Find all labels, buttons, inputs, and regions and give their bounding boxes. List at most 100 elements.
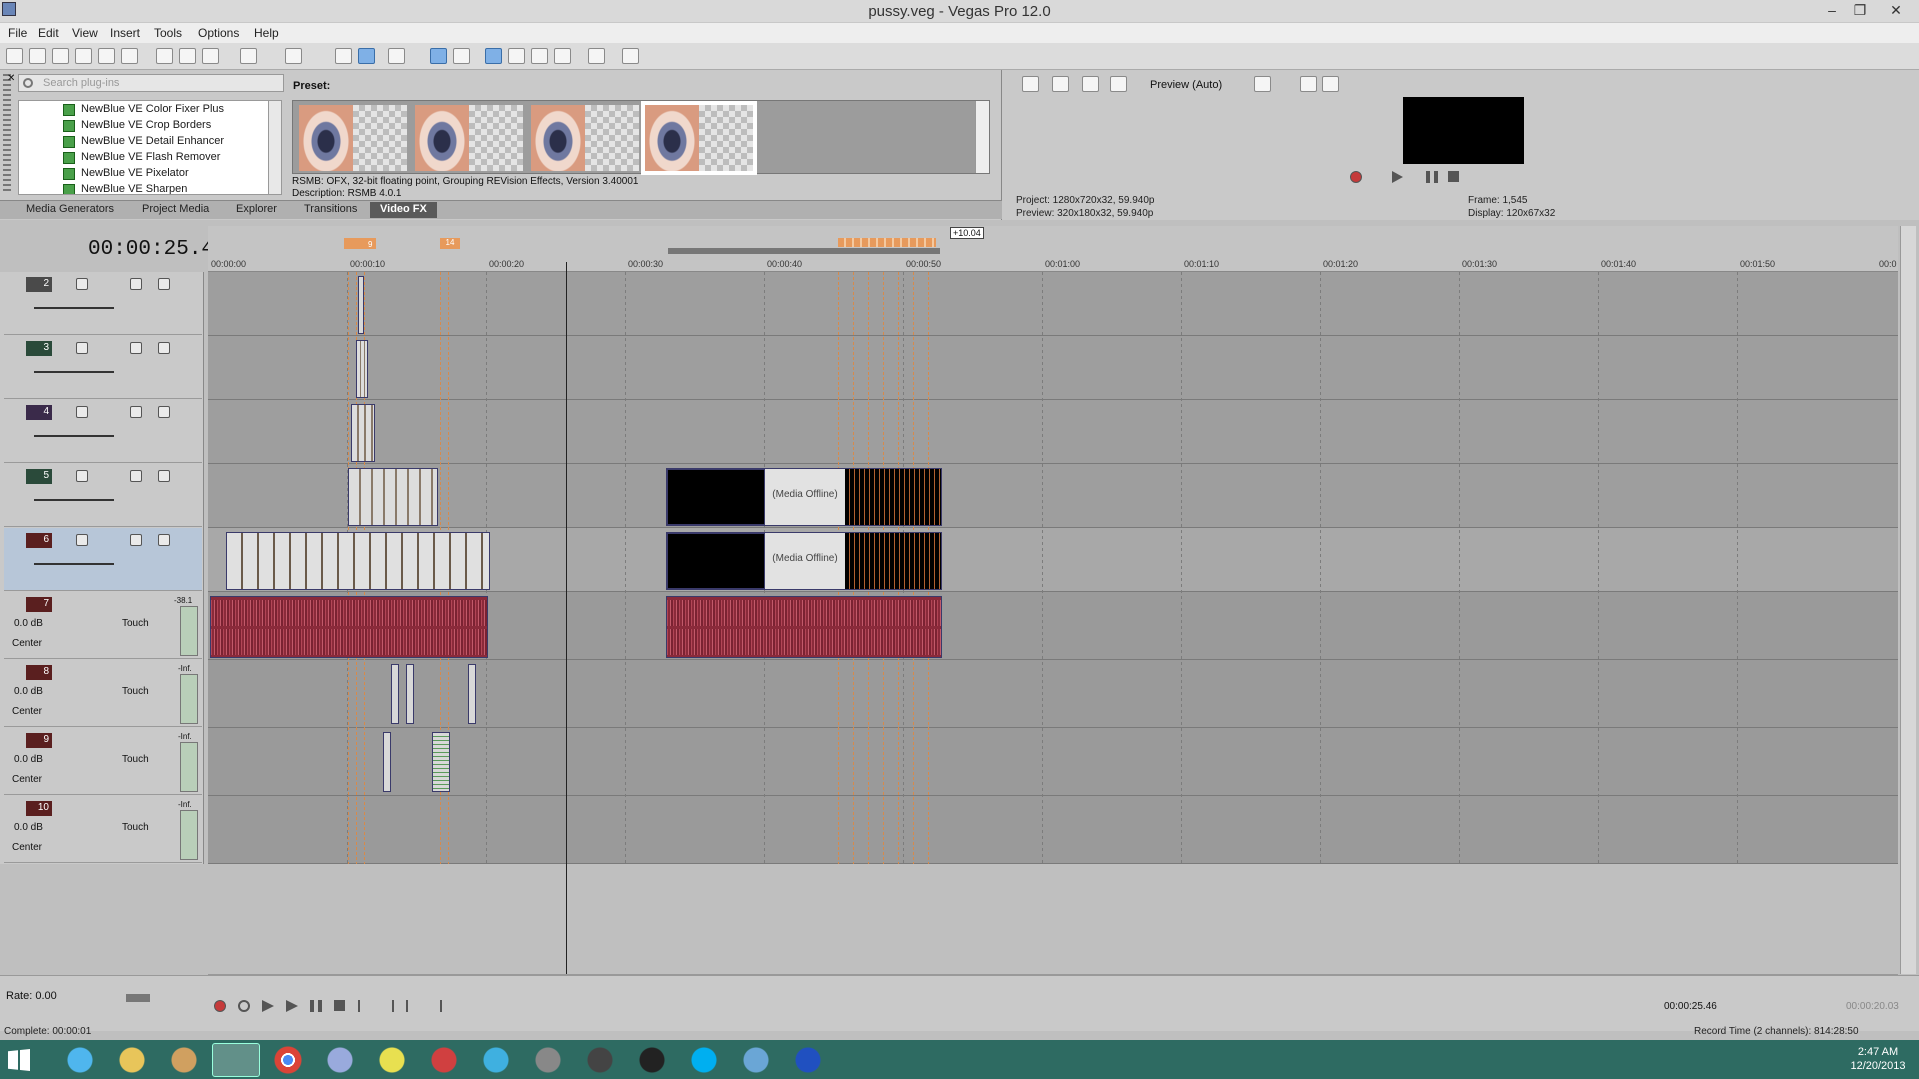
list-item[interactable]: NewBlue VE Flash Remover — [19, 149, 271, 165]
menu-insert[interactable]: Insert — [110, 26, 140, 40]
go-to-start-icon[interactable] — [358, 1000, 370, 1012]
rate-slider[interactable] — [126, 994, 150, 1002]
mute-icon[interactable] — [158, 534, 170, 546]
preview-pause-icon[interactable] — [1426, 171, 1438, 183]
audio-clip-small[interactable] — [406, 664, 414, 724]
menu-help[interactable]: Help — [254, 26, 279, 40]
video-clip[interactable] — [358, 276, 364, 334]
video-track-header[interactable]: 5 — [4, 464, 202, 527]
audio-clip-small[interactable] — [468, 664, 476, 724]
envelope-tool-icon[interactable] — [508, 48, 525, 64]
audio-track-header[interactable]: 9 0.0 dB Center Touch -Inf. — [4, 728, 202, 795]
undo-icon[interactable] — [240, 48, 257, 64]
tab-video-fx[interactable]: Video FX — [370, 202, 437, 218]
app-icon[interactable] — [420, 1043, 468, 1077]
open-icon[interactable] — [29, 48, 46, 64]
menu-view[interactable]: View — [72, 26, 98, 40]
marker-14[interactable]: 14 — [440, 238, 460, 249]
preset-thumbnail-selected[interactable] — [641, 101, 757, 175]
app-icon[interactable] — [160, 1043, 208, 1077]
list-item[interactable]: NewBlue VE Color Fixer Plus — [19, 101, 271, 117]
level-slider[interactable] — [34, 435, 114, 437]
split-screen-icon[interactable] — [1110, 76, 1127, 92]
track-fx-icon[interactable] — [130, 342, 142, 354]
preset-thumbnail[interactable] — [415, 105, 523, 171]
audio-clip-small[interactable] — [432, 732, 450, 792]
zoom-tool-icon[interactable] — [554, 48, 571, 64]
automation-mode[interactable]: Touch — [122, 618, 149, 629]
level-slider[interactable] — [34, 563, 114, 565]
taskbar-clock[interactable]: 2:47 AM 12/20/2013 — [1838, 1045, 1918, 1073]
close-button[interactable]: ✕ — [1876, 0, 1916, 22]
track-fx-icon[interactable] — [130, 406, 142, 418]
mute-icon[interactable] — [158, 470, 170, 482]
skype-icon[interactable] — [680, 1043, 728, 1077]
cut-icon[interactable] — [156, 48, 173, 64]
selection-tool-icon[interactable] — [531, 48, 548, 64]
track-fx-icon[interactable] — [130, 470, 142, 482]
copy-icon[interactable] — [179, 48, 196, 64]
plugin-list-scrollbar[interactable] — [268, 100, 282, 195]
menu-options[interactable]: Options — [198, 26, 239, 40]
video-track-header[interactable]: 4 — [4, 400, 202, 463]
list-item[interactable]: NewBlue VE Sharpen — [19, 181, 271, 194]
video-clip[interactable] — [351, 404, 375, 462]
ignore-grouping-icon[interactable] — [453, 48, 470, 64]
preview-properties-icon[interactable] — [1022, 76, 1039, 92]
video-track-header[interactable]: 3 — [4, 336, 202, 399]
stop-icon[interactable] — [334, 1000, 345, 1011]
preset-thumbnail[interactable] — [531, 105, 639, 171]
list-item[interactable]: NewBlue VE Pixelator — [19, 165, 271, 181]
copy-snapshot-icon[interactable] — [1300, 76, 1317, 92]
save-icon[interactable] — [52, 48, 69, 64]
media-offline-clip[interactable]: (Media Offline) — [666, 532, 942, 590]
panel-grip[interactable] — [3, 74, 11, 194]
preview-quality-dropdown[interactable]: Preview (Auto) — [1150, 79, 1222, 91]
enable-snapping-icon[interactable] — [335, 48, 352, 64]
audio-clip-small[interactable] — [383, 732, 391, 792]
list-item[interactable]: NewBlue VE Detail Enhancer — [19, 133, 271, 149]
redo-icon[interactable] — [285, 48, 302, 64]
audio-track-header[interactable]: 8 0.0 dB Center Touch -Inf. — [4, 660, 202, 727]
preview-record-icon[interactable] — [1350, 171, 1362, 183]
play-from-start-icon[interactable] — [262, 1000, 274, 1012]
system-tray[interactable] — [1750, 1052, 1830, 1066]
paste-icon[interactable] — [202, 48, 219, 64]
preview-stop-icon[interactable] — [1448, 171, 1459, 182]
help-pointer-icon[interactable] — [622, 48, 639, 64]
app-icon[interactable] — [732, 1043, 780, 1077]
file-explorer-icon[interactable] — [108, 1043, 156, 1077]
external-monitor-icon[interactable] — [1052, 76, 1069, 92]
menu-file[interactable]: File — [8, 26, 27, 40]
level-slider[interactable] — [34, 499, 114, 501]
vegas-icon[interactable] — [212, 1043, 260, 1077]
automation-mode[interactable]: Touch — [122, 822, 149, 833]
save-as-icon[interactable] — [75, 48, 92, 64]
ripple-edit-icon[interactable] — [388, 48, 405, 64]
video-track-header-selected[interactable]: 6 — [4, 528, 202, 591]
tab-transitions[interactable]: Transitions — [294, 203, 367, 215]
tab-explorer[interactable]: Explorer — [226, 203, 287, 215]
track-motion-icon[interactable] — [76, 278, 88, 290]
loop-icon[interactable] — [238, 1000, 250, 1012]
menu-tools[interactable]: Tools — [154, 26, 182, 40]
menu-edit[interactable]: Edit — [38, 26, 59, 40]
timeline-area[interactable]: (Media Offline) (Media Offline) — [208, 272, 1898, 864]
record-icon[interactable] — [214, 1000, 226, 1012]
track-motion-icon[interactable] — [76, 534, 88, 546]
app-icon[interactable] — [316, 1043, 364, 1077]
restore-button[interactable]: ❐ — [1846, 0, 1874, 22]
timeline-vertical-scrollbar[interactable] — [1900, 226, 1916, 974]
app-icon[interactable] — [576, 1043, 624, 1077]
chrome-icon[interactable] — [264, 1043, 312, 1077]
render-icon[interactable] — [98, 48, 115, 64]
marker-group[interactable] — [838, 238, 936, 247]
track-motion-icon[interactable] — [76, 470, 88, 482]
automation-mode[interactable]: Touch — [122, 686, 149, 697]
app-icon[interactable] — [472, 1043, 520, 1077]
video-fx-icon[interactable] — [1082, 76, 1099, 92]
tab-media-generators[interactable]: Media Generators — [16, 203, 124, 215]
list-item[interactable]: NewBlue VE Crop Borders — [19, 117, 271, 133]
playhead-cursor[interactable] — [566, 262, 567, 974]
properties-icon[interactable] — [121, 48, 138, 64]
